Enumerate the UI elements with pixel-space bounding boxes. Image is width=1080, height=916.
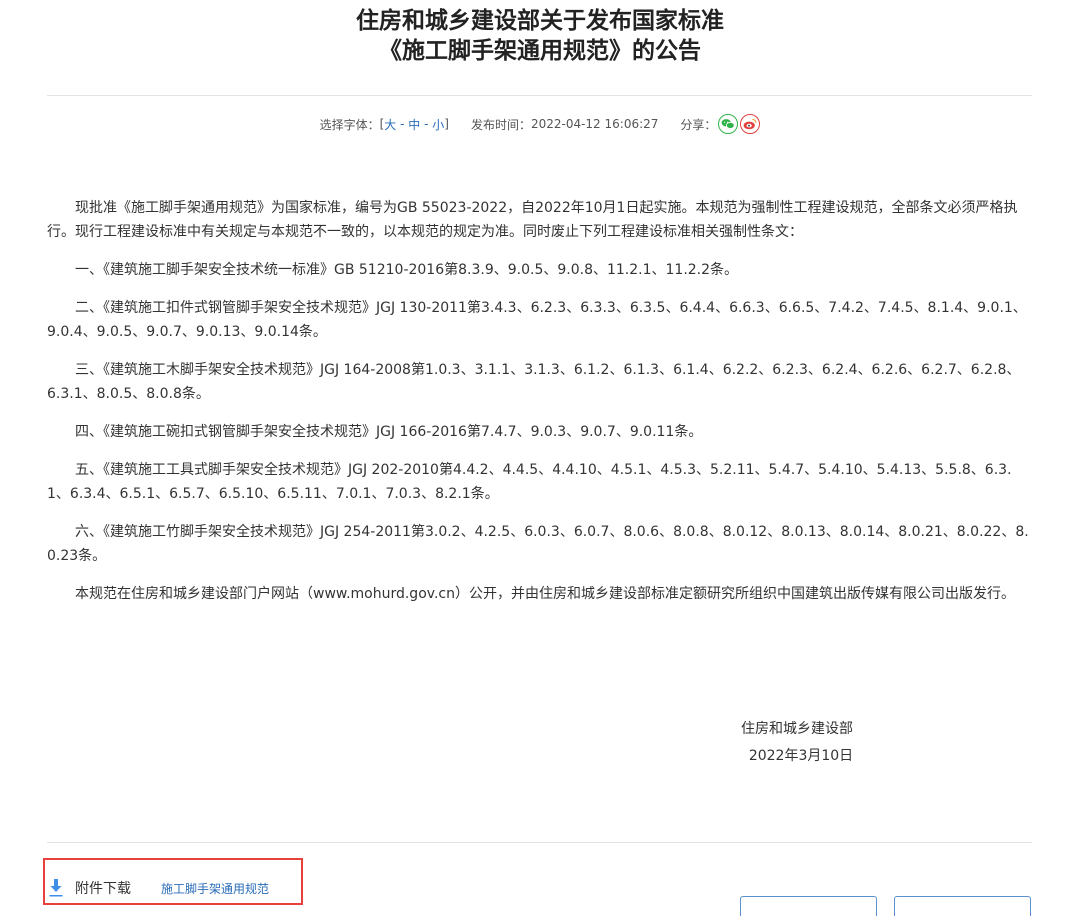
- attachment-label: 附件下载: [75, 881, 131, 897]
- weibo-share-icon[interactable]: [740, 114, 761, 134]
- article-title-line-1: 住房和城乡建设部关于发布国家标准: [356, 8, 724, 34]
- article-paragraph: 一、《建筑施工脚手架安全技术统一标准》GB 51210-2016第8.3.9、9…: [75, 262, 739, 278]
- article-paragraph: 现批准《施工脚手架通用规范》为国家标准，编号为GB 55023-2022，自20…: [47, 200, 1018, 240]
- publish-time-value: 2022-04-12 16:06:27: [530, 117, 659, 131]
- signature-date: 2022年3月10日: [748, 748, 854, 764]
- article-paragraph: 六、《建筑施工竹脚手架安全技术规范》JGJ 254-2011第3.0.2、4.2…: [47, 524, 1029, 564]
- article-paragraph: 五、《建筑施工工具式脚手架安全技术规范》JGJ 202-2010第4.4.2、4…: [47, 462, 1012, 502]
- article-title: 住房和城乡建设部关于发布国家标准 《施工脚手架通用规范》的公告: [0, 6, 1080, 66]
- font-size-separator: -: [396, 117, 409, 131]
- font-size-label: 选择字体：: [319, 117, 380, 132]
- download-icon: [49, 879, 63, 897]
- article-paragraph: 四、《建筑施工碗扣式钢管脚手架安全技术规范》JGJ 166-2016第7.4.7…: [75, 424, 703, 440]
- article-meta-bar: 选择字体： [ 大 - 中 - 小 ] 发布时间： 2022-04-12 16:…: [0, 114, 1080, 134]
- attachment-divider: [47, 842, 1032, 843]
- bottom-button-right[interactable]: [894, 896, 1031, 916]
- font-size-small-link[interactable]: 小: [432, 116, 444, 133]
- article-paragraph: 二、《建筑施工扣件式钢管脚手架安全技术规范》JGJ 130-2011第3.4.3…: [47, 300, 1027, 340]
- attachment-file-link[interactable]: 施工脚手架通用规范: [161, 880, 269, 897]
- font-size-separator: -: [420, 117, 433, 131]
- bottom-button-left[interactable]: [740, 896, 877, 916]
- font-size-bracket-close: ]: [444, 117, 449, 131]
- publish-time-label: 发布时间：: [470, 117, 531, 132]
- font-size-medium-link[interactable]: 中: [408, 116, 420, 133]
- article-paragraph: 本规范在住房和城乡建设部门户网站（www.mohurd.gov.cn）公开，并由…: [75, 586, 1015, 602]
- weibo-icon: [744, 118, 757, 130]
- article-paragraph: 三、《建筑施工木脚手架安全技术规范》JGJ 164-2008第1.0.3、3.1…: [47, 362, 1021, 402]
- attachment-row: 附件下载 施工脚手架通用规范: [49, 876, 269, 900]
- font-size-large-link[interactable]: 大: [384, 116, 396, 133]
- share-label: 分享：: [680, 117, 717, 132]
- article-title-line-2: 《施工脚手架通用规范》的公告: [379, 38, 701, 64]
- wechat-share-icon[interactable]: [718, 114, 739, 134]
- wechat-icon: [722, 119, 736, 129]
- title-divider: [47, 95, 1032, 96]
- signature-org: 住房和城乡建设部: [741, 721, 853, 737]
- article-body: 现批准《施工脚手架通用规范》为国家标准，编号为GB 55023-2022，自20…: [47, 196, 1032, 620]
